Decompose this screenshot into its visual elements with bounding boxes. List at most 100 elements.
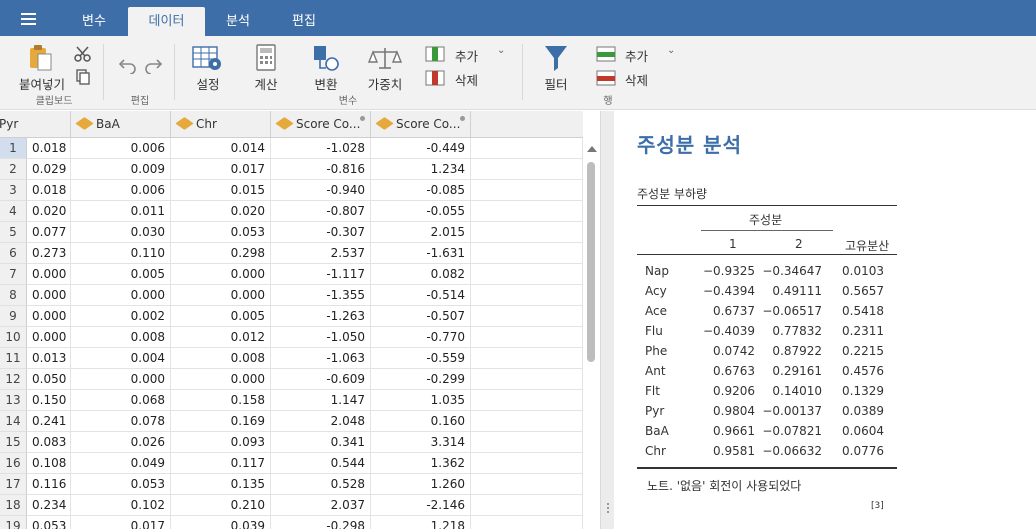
compute-button[interactable]: 계산 <box>246 42 286 92</box>
table-cell[interactable]: 0.008 <box>71 327 171 348</box>
table-cell[interactable]: 0.005 <box>71 264 171 285</box>
row-number[interactable]: 1 <box>0 138 27 159</box>
table-cell[interactable]: 0.005 <box>171 306 271 327</box>
table-cell[interactable]: 0.053 <box>27 516 71 529</box>
table-cell[interactable]: 0.039 <box>171 516 271 529</box>
table-cell[interactable]: 0.169 <box>171 411 271 432</box>
hamburger-menu-icon[interactable] <box>18 10 44 30</box>
table-cell[interactable]: 0.015 <box>171 180 271 201</box>
table-cell[interactable]: -0.055 <box>371 201 471 222</box>
table-cell[interactable]: -1.355 <box>271 285 371 306</box>
table-cell[interactable]: 0.110 <box>71 243 171 264</box>
table-cell[interactable]: -0.507 <box>371 306 471 327</box>
table-cell[interactable]: 0.020 <box>171 201 271 222</box>
table-cell[interactable]: 2.537 <box>271 243 371 264</box>
empty-cell[interactable] <box>471 411 583 432</box>
weights-button[interactable]: 가중치 <box>362 42 408 92</box>
table-cell[interactable]: 0.093 <box>171 432 271 453</box>
empty-cell[interactable] <box>471 432 583 453</box>
table-cell[interactable]: 0.050 <box>27 369 71 390</box>
row-number[interactable]: 13 <box>0 390 27 411</box>
column-header[interactable]: Pyr <box>0 111 71 138</box>
table-cell[interactable]: 1.260 <box>371 474 471 495</box>
table-cell[interactable]: 0.017 <box>171 159 271 180</box>
chevron-down-icon[interactable]: ⌄ <box>497 45 505 56</box>
row-number[interactable]: 10 <box>0 327 27 348</box>
empty-cell[interactable] <box>471 390 583 411</box>
table-cell[interactable]: -0.299 <box>371 369 471 390</box>
table-cell[interactable]: 0.273 <box>27 243 71 264</box>
column-header[interactable]: Score Co... <box>371 111 471 138</box>
table-cell[interactable]: 0.150 <box>27 390 71 411</box>
table-cell[interactable]: -0.307 <box>271 222 371 243</box>
table-cell[interactable]: 0.053 <box>171 222 271 243</box>
paste-button[interactable]: 붙여넣기 <box>14 42 70 92</box>
column-header[interactable]: BaA <box>71 111 171 138</box>
table-cell[interactable]: 1.362 <box>371 453 471 474</box>
empty-cell[interactable] <box>471 201 583 222</box>
table-cell[interactable]: 1.218 <box>371 516 471 529</box>
transform-button[interactable]: 변환 <box>304 42 348 92</box>
table-cell[interactable]: -1.117 <box>271 264 371 285</box>
splitter-grip-icon[interactable] <box>607 503 609 505</box>
table-cell[interactable]: 0.160 <box>371 411 471 432</box>
table-cell[interactable]: 0.012 <box>171 327 271 348</box>
table-cell[interactable]: 0.077 <box>27 222 71 243</box>
vertical-scrollbar[interactable] <box>583 138 600 529</box>
table-cell[interactable]: 0.006 <box>71 138 171 159</box>
tab-variables[interactable]: 변수 <box>64 7 124 36</box>
table-cell[interactable]: 0.528 <box>271 474 371 495</box>
table-cell[interactable]: 0.234 <box>27 495 71 516</box>
row-number[interactable]: 9 <box>0 306 27 327</box>
row-number[interactable]: 3 <box>0 180 27 201</box>
table-cell[interactable]: 0.011 <box>71 201 171 222</box>
table-cell[interactable]: 0.000 <box>171 285 271 306</box>
empty-cell[interactable] <box>471 474 583 495</box>
table-cell[interactable]: 0.014 <box>171 138 271 159</box>
table-cell[interactable]: 0.000 <box>27 306 71 327</box>
table-cell[interactable]: 0.000 <box>71 285 171 306</box>
table-cell[interactable]: 0.158 <box>171 390 271 411</box>
row-number[interactable]: 19 <box>0 516 27 529</box>
empty-cell[interactable] <box>471 243 583 264</box>
table-cell[interactable]: 0.000 <box>27 327 71 348</box>
table-cell[interactable]: 2.048 <box>271 411 371 432</box>
row-number[interactable]: 15 <box>0 432 27 453</box>
table-cell[interactable]: 0.000 <box>27 264 71 285</box>
delete-variable-button[interactable]: 삭제 <box>425 70 485 88</box>
table-cell[interactable]: -1.631 <box>371 243 471 264</box>
table-cell[interactable]: 1.234 <box>371 159 471 180</box>
cut-icon[interactable] <box>74 46 92 62</box>
table-cell[interactable]: 0.116 <box>27 474 71 495</box>
table-cell[interactable]: 0.068 <box>71 390 171 411</box>
delete-row-button[interactable]: 삭제 <box>596 70 656 88</box>
table-cell[interactable]: 0.102 <box>71 495 171 516</box>
table-cell[interactable]: -0.770 <box>371 327 471 348</box>
filter-button[interactable]: 필터 <box>536 42 576 92</box>
row-number[interactable]: 6 <box>0 243 27 264</box>
setup-button[interactable]: 설정 <box>186 42 230 92</box>
row-number[interactable]: 14 <box>0 411 27 432</box>
table-cell[interactable]: 0.006 <box>71 180 171 201</box>
reference-marker[interactable]: [3] <box>871 501 884 511</box>
table-cell[interactable]: 0.078 <box>71 411 171 432</box>
empty-cell[interactable] <box>471 306 583 327</box>
table-cell[interactable]: -1.263 <box>271 306 371 327</box>
table-cell[interactable]: 0.030 <box>71 222 171 243</box>
table-cell[interactable]: -0.807 <box>271 201 371 222</box>
empty-cell[interactable] <box>471 516 583 529</box>
table-cell[interactable]: -2.146 <box>371 495 471 516</box>
table-cell[interactable]: 0.135 <box>171 474 271 495</box>
table-cell[interactable]: -1.063 <box>271 348 371 369</box>
row-number[interactable]: 12 <box>0 369 27 390</box>
table-cell[interactable]: -0.816 <box>271 159 371 180</box>
table-cell[interactable]: 0.026 <box>71 432 171 453</box>
empty-cell[interactable] <box>471 138 583 159</box>
table-cell[interactable]: 0.029 <box>27 159 71 180</box>
scrollbar-thumb[interactable] <box>587 162 595 362</box>
table-cell[interactable]: 0.000 <box>171 264 271 285</box>
empty-cell[interactable] <box>471 327 583 348</box>
row-number[interactable]: 2 <box>0 159 27 180</box>
row-number[interactable]: 16 <box>0 453 27 474</box>
tab-edit[interactable]: 편집 <box>274 7 334 36</box>
